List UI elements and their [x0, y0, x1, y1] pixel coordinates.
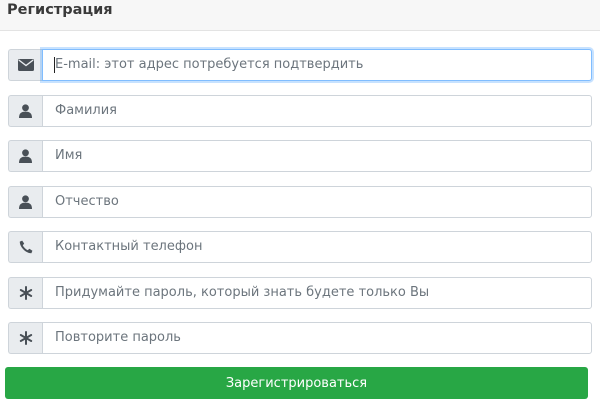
register-button[interactable]: Зарегистрироваться: [5, 367, 588, 399]
email-row: E-mail: этот адрес потребуется подтверди…: [8, 49, 592, 81]
phone-row: Контактный телефон: [8, 231, 592, 263]
repeat-password-addon: [8, 322, 42, 354]
asterisk-icon: [19, 331, 32, 345]
password-input[interactable]: Придумайте пароль, который знать будете …: [42, 277, 592, 309]
phone-placeholder: Контактный телефон: [55, 239, 203, 254]
patronymic-addon: [8, 186, 42, 218]
first-name-row: Имя: [8, 140, 592, 172]
patronymic-placeholder: Отчество: [55, 194, 119, 209]
asterisk-icon: [19, 286, 32, 300]
password-placeholder: Придумайте пароль, который знать будете …: [55, 285, 430, 300]
surname-placeholder: Фамилия: [55, 103, 117, 118]
repeat-password-placeholder: Повторите пароль: [55, 330, 181, 345]
first-name-addon: [8, 140, 42, 172]
patronymic-row: Отчество: [8, 186, 592, 218]
user-icon: [19, 104, 32, 118]
repeat-password-input[interactable]: Повторите пароль: [42, 322, 592, 354]
user-icon: [19, 149, 32, 163]
first-name-placeholder: Имя: [55, 148, 83, 163]
page-title: Регистрация: [7, 2, 113, 18]
envelope-icon: [17, 59, 34, 71]
first-name-input[interactable]: Имя: [42, 140, 592, 172]
phone-icon: [19, 240, 32, 254]
phone-input[interactable]: Контактный телефон: [42, 231, 592, 263]
password-addon: [8, 277, 42, 309]
surname-row: Фамилия: [8, 95, 592, 127]
user-icon: [19, 195, 32, 209]
surname-addon: [8, 95, 42, 127]
patronymic-input[interactable]: Отчество: [42, 186, 592, 218]
register-button-label: Зарегистрироваться: [225, 375, 368, 391]
email-input[interactable]: E-mail: этот адрес потребуется подтверди…: [42, 49, 592, 81]
password-row: Придумайте пароль, который знать будете …: [8, 277, 592, 309]
repeat-password-row: Повторите пароль: [8, 322, 592, 354]
registration-header: Регистрация: [0, 0, 600, 31]
email-placeholder: E-mail: этот адрес потребуется подтверди…: [55, 57, 364, 72]
email-addon: [8, 49, 42, 81]
surname-input[interactable]: Фамилия: [42, 95, 592, 127]
phone-addon: [8, 231, 42, 263]
